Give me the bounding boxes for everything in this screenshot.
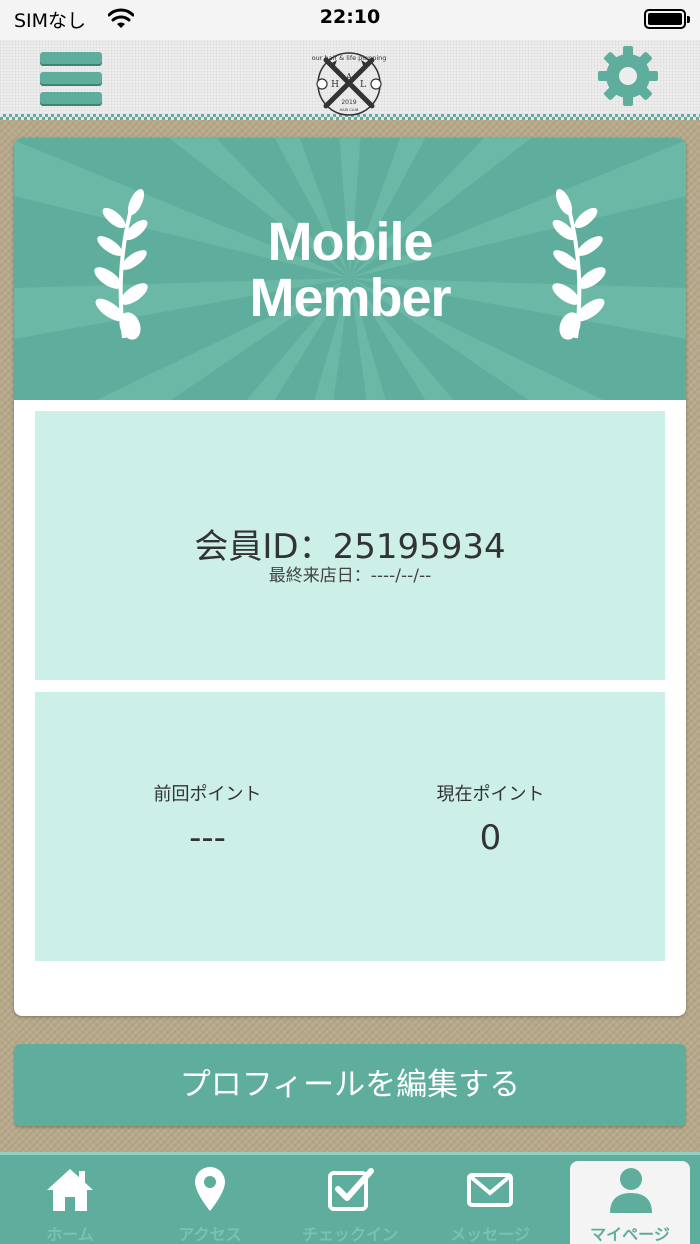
status-bar: SIMなし 22:10 (0, 0, 700, 40)
svg-text:our hair & life planning: our hair & life planning (312, 54, 387, 62)
current-points: 現在ポイント 0 (333, 692, 648, 961)
gear-icon[interactable] (596, 44, 660, 108)
svg-text:2019: 2019 (341, 99, 356, 106)
last-visit-date: 最終来店日：----/--/-- (268, 566, 432, 586)
tab-checkin[interactable]: チェックイン (280, 1155, 420, 1244)
envelope-icon (467, 1173, 513, 1207)
hamburger-menu-icon[interactable] (40, 52, 102, 106)
member-banner: Mobile Member (14, 138, 686, 400)
tab-access[interactable]: アクセス (140, 1155, 280, 1244)
svg-text:A: A (345, 73, 353, 83)
tab-mypage[interactable]: マイページ (570, 1161, 690, 1244)
previous-points: 前回ポイント --- (50, 692, 365, 961)
person-icon (610, 1168, 652, 1213)
tab-messages[interactable]: メッセージ (420, 1155, 560, 1244)
current-points-value: 0 (479, 818, 502, 858)
logo: our hair & life planning A H L 2019 HAIR… (312, 52, 387, 116)
battery-icon (644, 9, 690, 29)
svg-text:L: L (360, 80, 366, 90)
tab-home[interactable]: ホーム (0, 1155, 140, 1244)
previous-points-value: --- (189, 818, 226, 858)
banner-title: Mobile Member (249, 212, 451, 328)
map-pin-icon (195, 1167, 225, 1211)
current-points-label: 現在ポイント (436, 784, 545, 805)
clock: 22:10 (319, 6, 381, 28)
previous-points-label: 前回ポイント (153, 784, 262, 805)
home-icon (47, 1169, 93, 1211)
member-card: Mobile Member 会員ID：25195934 最終来店日：----/-… (14, 138, 686, 1016)
points-panel: 前回ポイント --- 現在ポイント 0 (35, 692, 665, 961)
member-info-panel: 会員ID：25195934 最終来店日：----/--/-- (35, 411, 665, 680)
tab-bar: ホーム アクセス チェックイン メッセージ マイページ (0, 1152, 700, 1244)
svg-text:HAIR CLUB: HAIR CLUB (340, 108, 359, 112)
edit-profile-button[interactable]: プロフィールを編集する (14, 1044, 686, 1126)
checkbox-icon (328, 1168, 374, 1211)
svg-text:H: H (331, 80, 339, 90)
